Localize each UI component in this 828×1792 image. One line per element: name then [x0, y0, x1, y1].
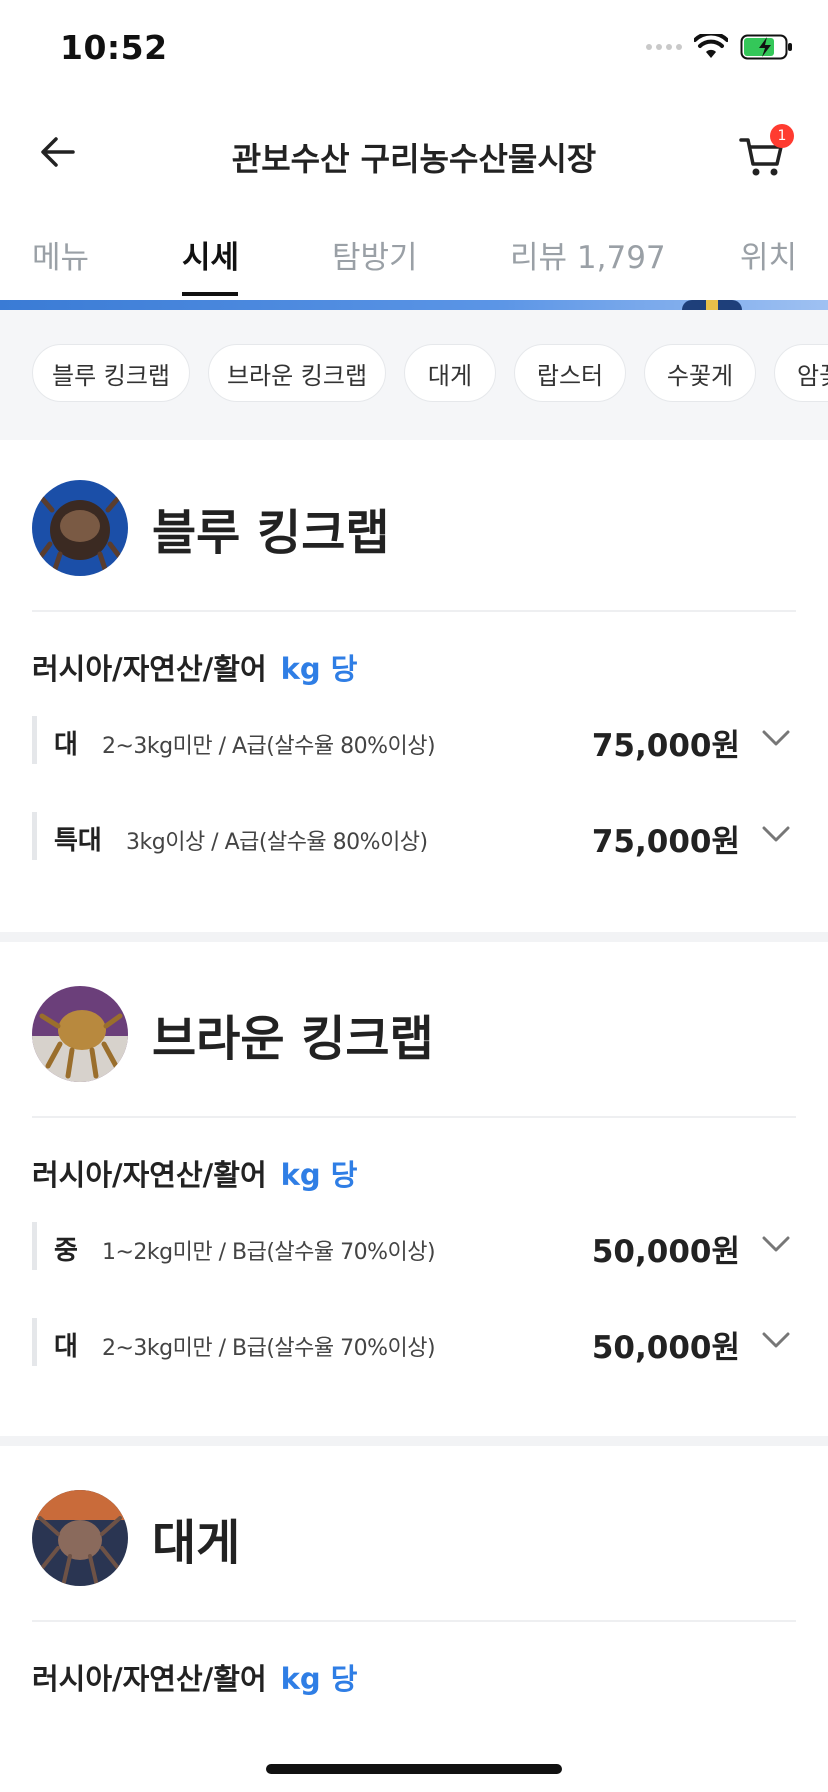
price-section: 블루 킹크랩 러시아/자연산/활어 kg 당 대 2~3kg미만 / A급(살수율… — [0, 440, 828, 932]
section-title: 대게 — [152, 1515, 241, 1571]
tab-location[interactable]: 위치 — [740, 232, 797, 277]
grade-label: 중 — [54, 1236, 78, 1266]
product-image — [32, 986, 128, 1082]
section-separator — [0, 1436, 828, 1446]
tab-visit-review[interactable]: 탐방기 — [332, 232, 418, 277]
chip-lobster[interactable]: 랍스터 — [514, 344, 626, 402]
price-row[interactable]: 대 2~3kg미만 / B급(살수율 70%이상) 50,000원 — [32, 1318, 796, 1366]
chevron-down-icon[interactable] — [762, 824, 790, 844]
product-image — [32, 480, 128, 576]
unit-label: kg 당 — [280, 1662, 358, 1696]
section-divider-line — [32, 1620, 796, 1622]
price-section: 대게 러시아/자연산/활어 kg 당 — [0, 1446, 828, 1792]
tab-menu[interactable]: 메뉴 — [32, 232, 89, 277]
price-value: 50,000원 — [591, 1330, 740, 1366]
price-row[interactable]: 대 2~3kg미만 / A급(살수율 80%이상) 75,000원 — [32, 716, 796, 764]
section-title: 브라운 킹크랩 — [152, 1011, 434, 1067]
active-tab-indicator — [182, 292, 238, 296]
page-title: 관보수산 구리농수산물시장 — [231, 140, 597, 178]
grade-description: 3kg이상 / A급(살수율 80%이상) — [126, 830, 428, 855]
section-separator — [0, 932, 828, 942]
origin-text: 러시아/자연산/활어 — [32, 1158, 267, 1192]
wifi-icon — [694, 34, 728, 58]
chip-female-blue-crab[interactable]: 암꽃게 — [774, 344, 828, 402]
cellular-signal-icon — [646, 44, 682, 50]
grade-label: 특대 — [54, 826, 102, 856]
section-title: 블루 킹크랩 — [152, 505, 390, 561]
section-header: 대게 — [32, 1490, 240, 1586]
section-header: 블루 킹크랩 — [32, 480, 390, 576]
tab-price[interactable]: 시세 — [182, 232, 239, 277]
grade-label: 대 — [54, 1332, 78, 1362]
cart-button[interactable]: 1 — [738, 124, 794, 180]
price-row[interactable]: 중 1~2kg미만 / B급(살수율 70%이상) 50,000원 — [32, 1222, 796, 1270]
price-row[interactable]: 특대 3kg이상 / A급(살수율 80%이상) 75,000원 — [32, 812, 796, 860]
origin-label: 러시아/자연산/활어 kg 당 — [32, 646, 357, 688]
unit-label: kg 당 — [280, 652, 358, 686]
price-value: 75,000원 — [591, 824, 740, 860]
status-bar: 10:52 — [0, 0, 828, 100]
product-image — [32, 1490, 128, 1586]
grade-label: 대 — [54, 730, 78, 760]
chevron-down-icon[interactable] — [762, 1330, 790, 1350]
navigation-bar: 관보수산 구리농수산물시장 1 — [0, 110, 828, 198]
unit-label: kg 당 — [280, 1158, 358, 1192]
grade-description: 1~2kg미만 / B급(살수율 70%이상) — [102, 1240, 436, 1265]
chip-snow-crab[interactable]: 대게 — [404, 344, 496, 402]
chip-brown-king-crab[interactable]: 브라운 킹크랩 — [208, 344, 386, 402]
chevron-down-icon[interactable] — [762, 728, 790, 748]
chevron-down-icon[interactable] — [762, 1234, 790, 1254]
home-indicator — [266, 1764, 562, 1774]
grade-description: 2~3kg미만 / B급(살수율 70%이상) — [102, 1336, 436, 1361]
origin-label: 러시아/자연산/활어 kg 당 — [32, 1152, 357, 1194]
tab-reviews[interactable]: 리뷰 1,797 — [510, 232, 666, 277]
section-divider-line — [32, 610, 796, 612]
chip-male-blue-crab[interactable]: 수꽃게 — [644, 344, 756, 402]
price-value: 50,000원 — [591, 1234, 740, 1270]
origin-text: 러시아/자연산/활어 — [32, 652, 267, 686]
section-divider-line — [32, 1116, 796, 1118]
status-time: 10:52 — [60, 28, 168, 67]
price-value: 75,000원 — [591, 728, 740, 764]
grade-description: 2~3kg미만 / A급(살수율 80%이상) — [102, 734, 436, 759]
banner-strip — [0, 300, 828, 310]
cart-badge: 1 — [770, 124, 794, 148]
section-header: 브라운 킹크랩 — [32, 986, 434, 1082]
origin-label: 러시아/자연산/활어 kg 당 — [32, 1656, 357, 1698]
battery-charging-icon — [740, 34, 792, 60]
tab-bar: 메뉴 시세 탐방기 리뷰 1,797 위치 — [0, 218, 828, 300]
category-chips: 블루 킹크랩 브라운 킹크랩 대게 랍스터 수꽃게 암꽃게 — [0, 310, 828, 440]
price-section: 브라운 킹크랩 러시아/자연산/활어 kg 당 중 1~2kg미만 / B급(살수… — [0, 942, 828, 1436]
chip-blue-king-crab[interactable]: 블루 킹크랩 — [32, 344, 190, 402]
status-icons — [646, 34, 794, 60]
origin-text: 러시아/자연산/활어 — [32, 1662, 267, 1696]
